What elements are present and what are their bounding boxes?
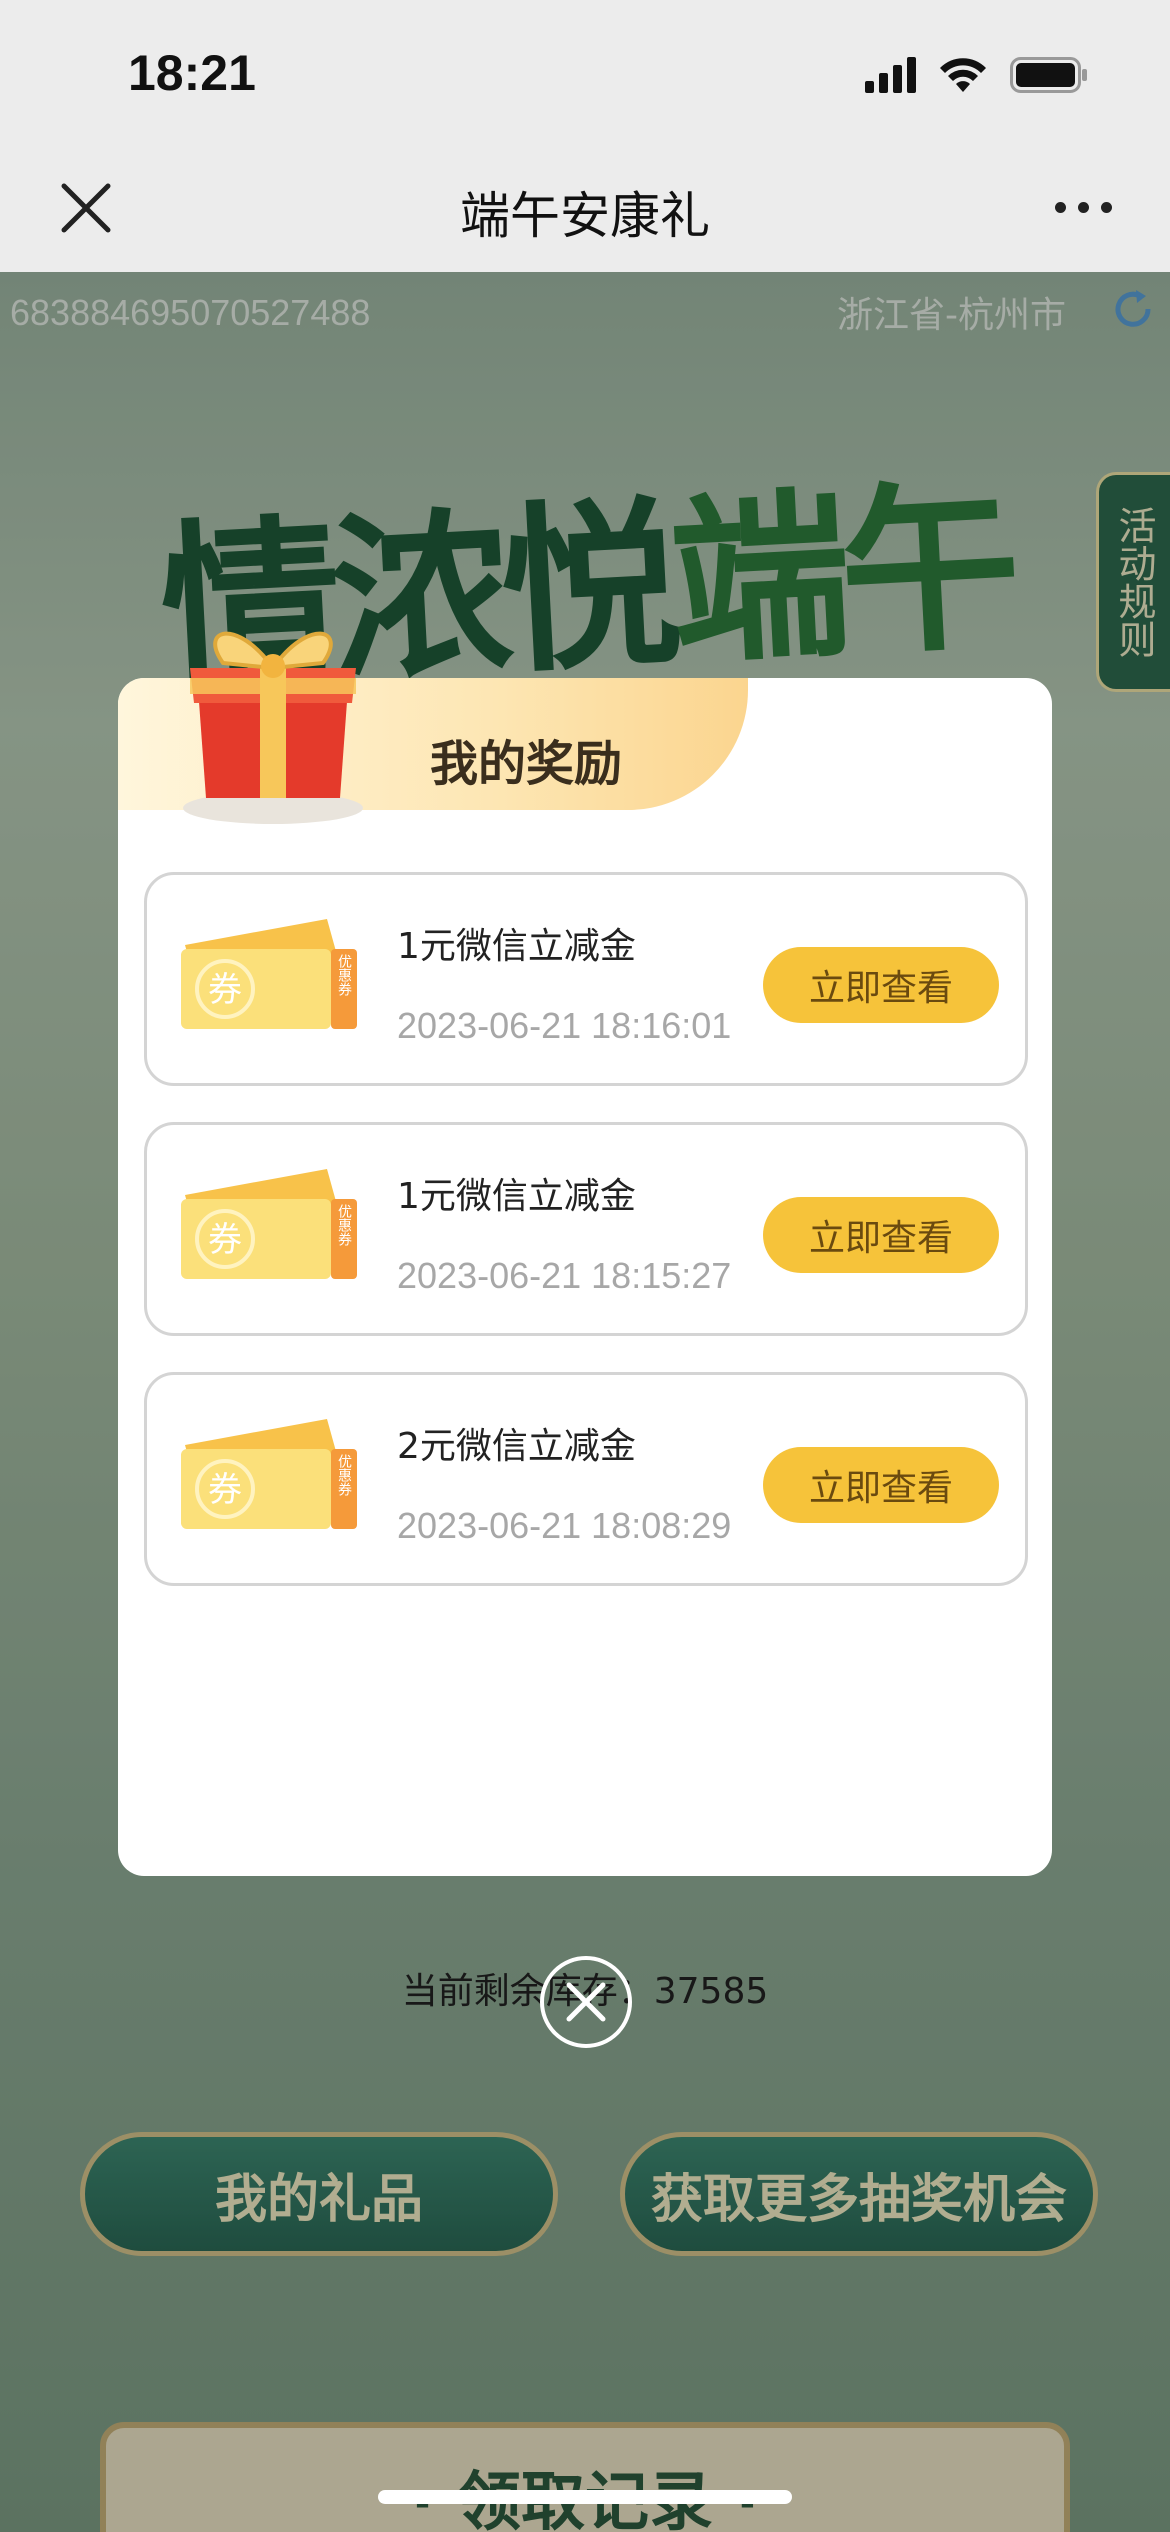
- status-icons: [865, 56, 1090, 94]
- status-time: 18:21: [128, 45, 256, 101]
- coupon-side-label: 优惠券: [336, 1454, 352, 1497]
- home-indicator[interactable]: [378, 2490, 792, 2504]
- status-bar: 18:21: [0, 0, 1170, 150]
- coupon-icon: 券 优惠券: [181, 919, 357, 1029]
- gift-icon: [183, 631, 363, 824]
- close-icon: [566, 1982, 606, 2022]
- reward-name: 1元微信立减金: [397, 926, 636, 967]
- coupon-side-label: 优惠券: [336, 954, 352, 997]
- coupon-icon: 券 优惠券: [181, 1169, 357, 1279]
- signal-icon: [865, 57, 916, 93]
- reward-card: 券 优惠券 1元微信立减金 2023-06-21 18:15:27 立即查看: [144, 1122, 1028, 1336]
- wifi-icon: [940, 58, 986, 92]
- reward-card: 券 优惠券 2元微信立减金 2023-06-21 18:08:29 立即查看: [144, 1372, 1028, 1586]
- modal-title: 我的奖励: [430, 736, 623, 792]
- modal-close-button[interactable]: [540, 1956, 632, 2048]
- view-reward-button[interactable]: 立即查看: [763, 1447, 999, 1523]
- view-reward-button[interactable]: 立即查看: [763, 947, 999, 1023]
- coupon-label: 券: [208, 1470, 242, 1510]
- battery-icon: [1010, 57, 1087, 93]
- reward-name: 1元微信立减金: [397, 1176, 636, 1217]
- nav-title: 端午安康礼: [460, 187, 710, 245]
- view-reward-button[interactable]: 立即查看: [763, 1197, 999, 1273]
- reward-time: 2023-06-21 18:16:01: [397, 1005, 732, 1046]
- rewards-modal: 我的奖励 券 优惠券 1元微信立减金 2023-06-21 18:16:01 立…: [118, 631, 1052, 1876]
- more-icon[interactable]: [1055, 202, 1112, 213]
- reward-card: 券 优惠券 1元微信立减金 2023-06-21 18:16:01 立即查看: [144, 872, 1028, 1086]
- coupon-label: 券: [208, 1220, 242, 1260]
- coupon-icon: 券 优惠券: [181, 1419, 357, 1529]
- coupon-side-label: 优惠券: [336, 1204, 352, 1247]
- nav-bar: 端午安康礼: [0, 150, 1170, 272]
- coupon-label: 券: [208, 970, 242, 1010]
- reward-time: 2023-06-21 18:15:27: [397, 1255, 732, 1296]
- reward-time: 2023-06-21 18:08:29: [397, 1505, 732, 1546]
- reward-name: 2元微信立减金: [397, 1426, 636, 1467]
